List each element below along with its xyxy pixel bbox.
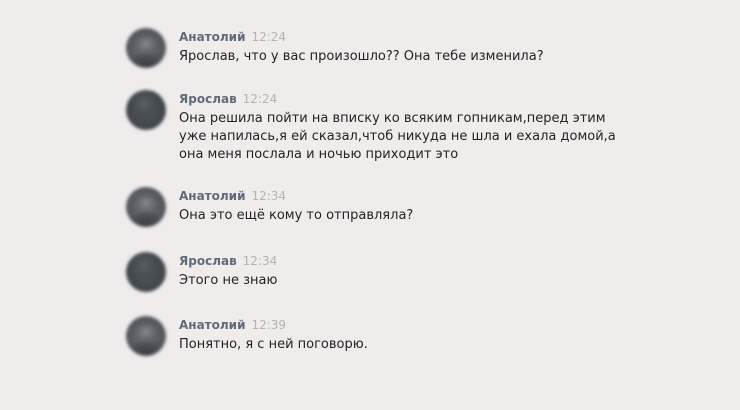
message-body: Анатолий 12:24 Ярослав, что у вас произош…	[179, 28, 719, 66]
message-text: Этого не знаю	[179, 273, 278, 288]
author-name[interactable]: Анатолий	[179, 318, 245, 332]
avatar[interactable]	[126, 252, 166, 292]
message-header: Анатолий 12:39	[179, 316, 719, 332]
message-time[interactable]: 12:34	[243, 254, 278, 268]
message-text: Она решила пойти на вписку ко всяким гоп…	[179, 111, 616, 162]
chat-history: Анатолий 12:24 Ярослав, что у вас произош…	[0, 0, 740, 410]
author-name[interactable]: Ярослав	[179, 92, 237, 106]
message-header: Анатолий 12:24	[179, 28, 719, 44]
message-time[interactable]: 12:24	[243, 92, 278, 106]
message-text: Ярослав, что у вас произошло?? Она тебе …	[179, 49, 544, 64]
avatar[interactable]	[126, 90, 166, 130]
message-body: Ярослав 12:24 Она решила пойти на вписку …	[179, 90, 719, 164]
message-header: Анатолий 12:34	[179, 187, 719, 203]
message-time[interactable]: 12:34	[251, 189, 286, 203]
message-time[interactable]: 12:39	[251, 318, 286, 332]
message-header: Ярослав 12:34	[179, 252, 719, 268]
message-text: Она это ещё кому то отправляла?	[179, 208, 414, 223]
message-header: Ярослав 12:24	[179, 90, 719, 106]
author-name[interactable]: Анатолий	[179, 189, 245, 203]
author-name[interactable]: Анатолий	[179, 30, 245, 44]
avatar[interactable]	[126, 28, 166, 68]
message-text: Понятно, я с ней поговорю.	[179, 337, 368, 352]
message-body: Анатолий 12:39 Понятно, я с ней поговорю.	[179, 316, 719, 354]
author-name[interactable]: Ярослав	[179, 254, 237, 268]
message-body: Ярослав 12:34 Этого не знаю	[179, 252, 719, 290]
message-time[interactable]: 12:24	[251, 30, 286, 44]
message-body: Анатолий 12:34 Она это ещё кому то отправ…	[179, 187, 719, 225]
avatar[interactable]	[126, 316, 166, 356]
avatar[interactable]	[126, 187, 166, 227]
